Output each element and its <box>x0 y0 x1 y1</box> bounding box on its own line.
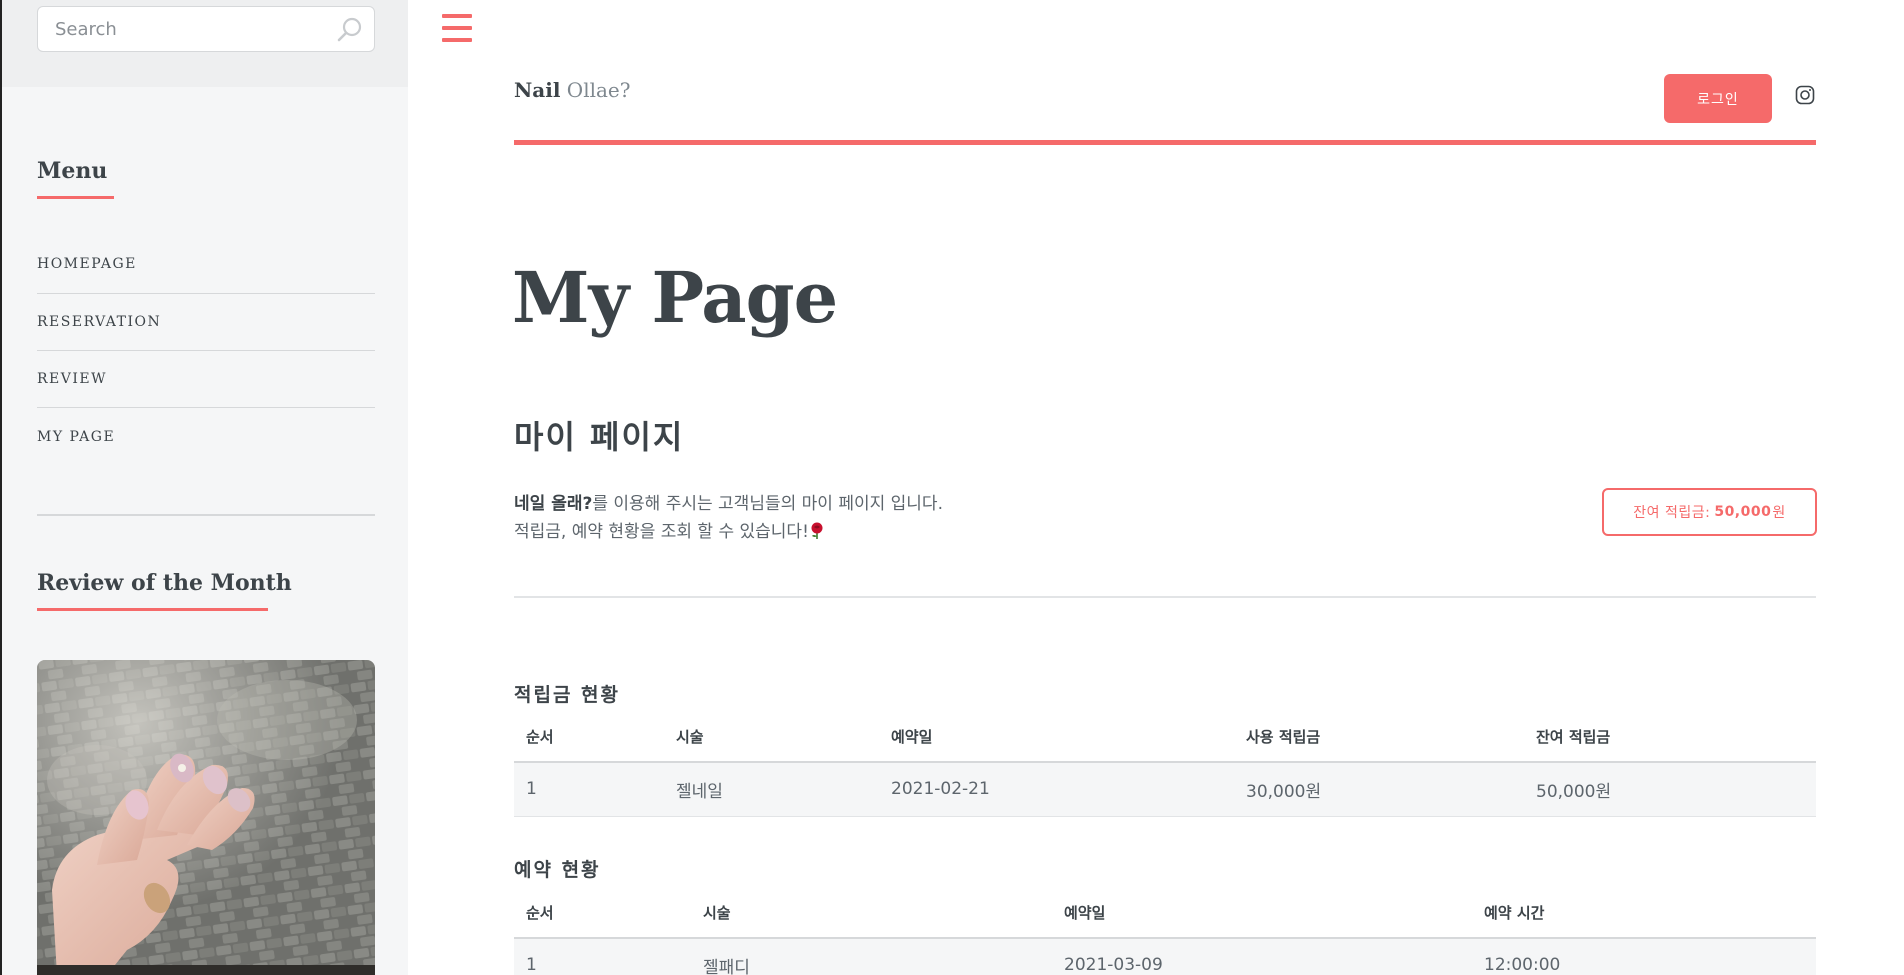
sidebar-item-homepage[interactable]: HOMEPAGE <box>37 236 375 294</box>
table-cell: 1 <box>514 938 691 975</box>
table-cell: 젤네일 <box>664 762 879 817</box>
menu-heading-underline <box>37 196 114 199</box>
section-divider <box>514 596 1816 598</box>
rose-emoji-icon <box>811 522 823 539</box>
column-header: 예약일 <box>879 712 1234 763</box>
menu-heading-text: Menu <box>37 158 108 184</box>
page-title: My Page <box>512 256 838 339</box>
review-heading-underline <box>37 608 268 611</box>
reservation-table-title: 예약 현황 <box>514 859 601 881</box>
review-heading-text: Review of the Month <box>37 570 292 596</box>
column-header: 시술 <box>691 888 1052 939</box>
intro-bold: 네일 올래? <box>514 494 593 514</box>
search-input[interactable] <box>38 7 328 51</box>
search-icon[interactable] <box>336 16 364 44</box>
intro-line-2-text: 적립금, 예약 현황을 조회 할 수 있습니다! <box>514 522 809 542</box>
table-cell: 12:00:00 <box>1472 938 1816 975</box>
hamburger-icon[interactable] <box>442 14 472 42</box>
intro-text: 네일 올래?를 이용해 주시는 고객님들의 마이 페이지 입니다. 적립금, 예… <box>514 490 943 546</box>
points-table: 순서 시술 예약일 사용 적립금 잔여 적립금 1 젤네일 2021-02-21… <box>514 712 1816 817</box>
review-photo-image <box>37 660 375 975</box>
intro-line-1: 네일 올래?를 이용해 주시는 고객님들의 마이 페이지 입니다. <box>514 490 943 518</box>
column-header: 시술 <box>664 712 879 763</box>
table-cell: 50,000원 <box>1524 762 1816 817</box>
sidebar-item-reservation[interactable]: RESERVATION <box>37 294 375 351</box>
points-unit: 원 <box>1772 505 1786 521</box>
table-cell: 젤패디 <box>691 938 1052 975</box>
column-header: 사용 적립금 <box>1234 712 1524 763</box>
column-header: 예약일 <box>1052 888 1472 939</box>
column-header: 순서 <box>514 712 664 763</box>
column-header: 순서 <box>514 888 691 939</box>
sidebar-item-review[interactable]: REVIEW <box>37 351 375 408</box>
sidebar-item-label: RESERVATION <box>37 314 162 330</box>
menu-heading: Menu <box>37 158 114 199</box>
instagram-icon[interactable] <box>1795 85 1815 105</box>
intro-rest: 를 이용해 주시는 고객님들의 마이 페이지 입니다. <box>592 494 943 514</box>
points-label: 잔여 적립금: <box>1633 505 1711 521</box>
table-header-row: 순서 시술 예약일 예약 시간 <box>514 888 1816 939</box>
sidebar-item-label: MY PAGE <box>37 428 116 445</box>
table-row: 1 젤패디 2021-03-09 12:00:00 <box>514 938 1816 975</box>
review-heading: Review of the Month <box>37 570 292 611</box>
table-row: 1 젤네일 2021-02-21 30,000원 50,000원 <box>514 762 1816 817</box>
column-header: 예약 시간 <box>1472 888 1816 939</box>
brand-name-light: Ollae? <box>566 78 631 102</box>
table-cell: 2021-03-09 <box>1052 938 1472 975</box>
sidebar-menu: HOMEPAGE RESERVATION REVIEW MY PAGE <box>37 236 375 465</box>
sidebar-item-label: REVIEW <box>37 371 108 387</box>
sidebar: Menu HOMEPAGE RESERVATION REVIEW MY PAGE… <box>0 0 408 975</box>
header-divider <box>514 140 1816 145</box>
column-header: 잔여 적립금 <box>1524 712 1816 763</box>
intro-line-2: 적립금, 예약 현황을 조회 할 수 있습니다! <box>514 518 943 546</box>
login-button[interactable]: 로그인 <box>1664 74 1772 123</box>
sidebar-item-my-page[interactable]: MY PAGE <box>37 408 375 465</box>
table-header-row: 순서 시술 예약일 사용 적립금 잔여 적립금 <box>514 712 1816 763</box>
table-cell: 30,000원 <box>1234 762 1524 817</box>
search-section <box>2 0 408 87</box>
sidebar-divider <box>37 514 375 516</box>
page-subtitle: 마이 페이지 <box>514 418 685 456</box>
sidebar-item-label: HOMEPAGE <box>37 256 137 272</box>
table-cell: 1 <box>514 762 664 817</box>
review-photo[interactable] <box>37 660 375 975</box>
search-box[interactable] <box>37 6 375 52</box>
reservation-table: 순서 시술 예약일 예약 시간 1 젤패디 2021-03-09 12:00:0… <box>514 888 1816 975</box>
brand-logo[interactable]: Nail Ollae? <box>514 78 630 102</box>
remaining-points-button[interactable]: 잔여 적립금: 50,000 원 <box>1602 488 1817 536</box>
points-amount: 50,000 <box>1714 504 1772 520</box>
table-cell: 2021-02-21 <box>879 762 1234 817</box>
brand-name-strong: Nail <box>514 78 561 102</box>
points-table-title: 적립금 현황 <box>514 684 621 706</box>
